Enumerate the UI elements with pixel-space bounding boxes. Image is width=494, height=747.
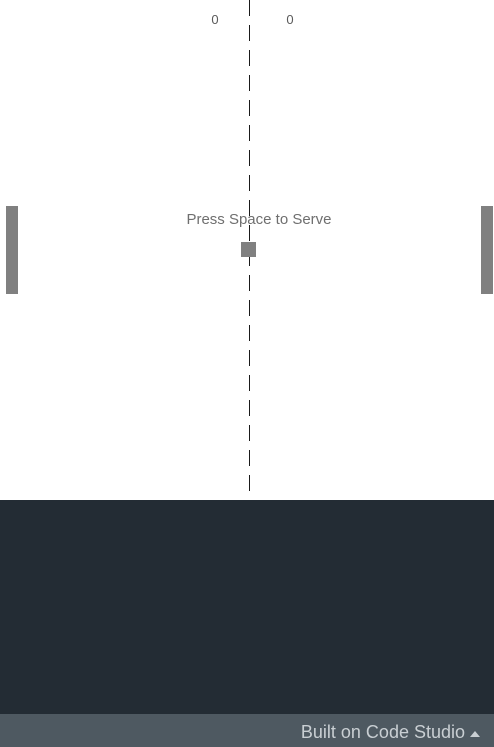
ball <box>241 242 256 257</box>
footer-bar: Built on Code Studio <box>0 714 494 747</box>
footer-link-label: Built on Code Studio <box>300 722 465 742</box>
game-court[interactable]: 0 0 Press Space to Serve <box>0 0 494 500</box>
built-on-code-studio-link[interactable]: Built on Code Studio <box>301 722 480 743</box>
app-panel <box>0 500 494 714</box>
left-score: 0 <box>211 12 219 27</box>
caret-up-icon <box>470 730 480 737</box>
serve-message: Press Space to Serve <box>186 211 332 228</box>
right-score: 0 <box>286 12 294 27</box>
